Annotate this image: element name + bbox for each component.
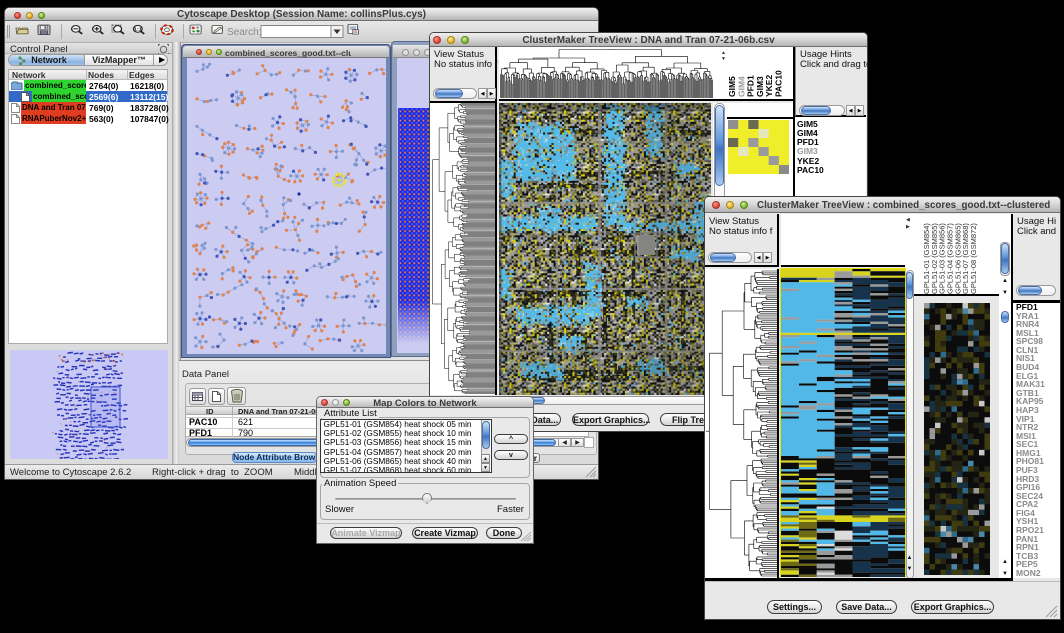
svg-text:Search:: Search:	[227, 27, 261, 38]
svg-text:PAC10: PAC10	[774, 70, 784, 97]
svg-text:GPL51-08 (GSM872): GPL51-08 (GSM872)	[969, 223, 978, 294]
